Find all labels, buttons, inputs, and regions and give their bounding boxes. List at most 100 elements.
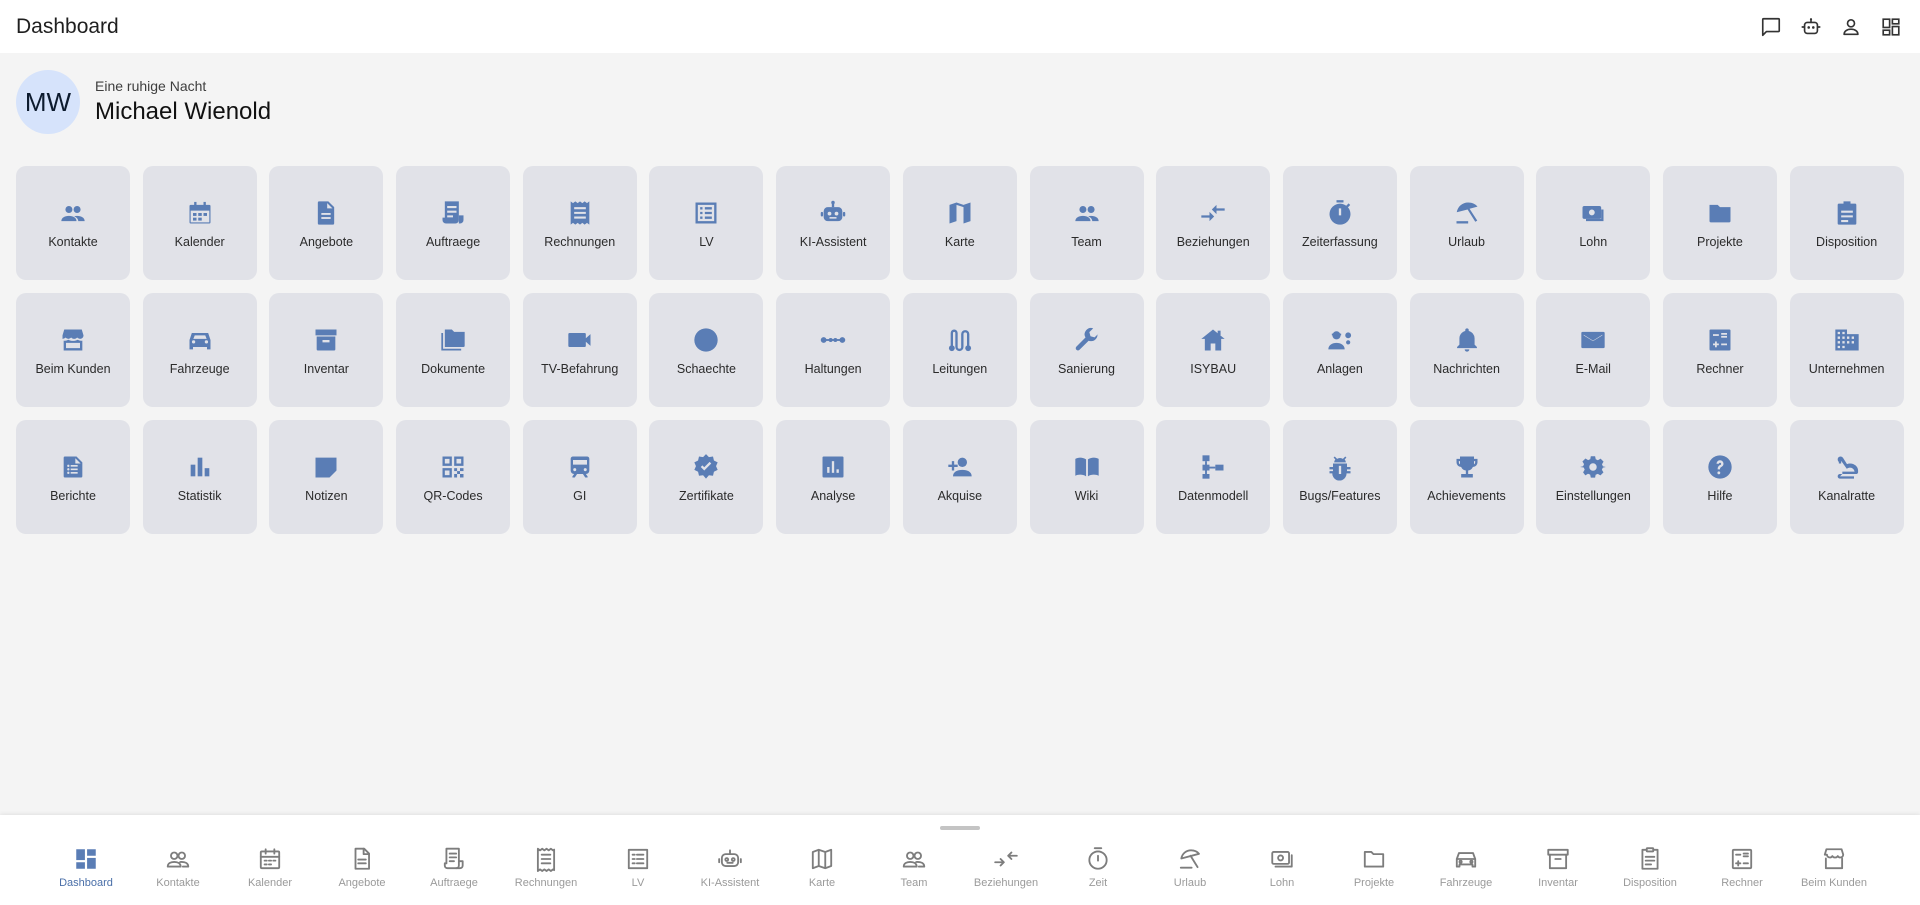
- nav-item-team[interactable]: Team: [868, 845, 960, 889]
- nav-icon: [624, 845, 652, 873]
- nav-item-lohn[interactable]: Lohn: [1236, 845, 1328, 889]
- tile-haltungen[interactable]: Haltungen: [776, 293, 891, 407]
- nav-item-fahrzeuge[interactable]: Fahrzeuge: [1420, 845, 1512, 889]
- profile-button[interactable]: [1838, 14, 1864, 40]
- nav-item-kalender[interactable]: Kalender: [224, 845, 316, 889]
- beach-umbrella-icon: [1456, 202, 1478, 224]
- drag-handle[interactable]: [940, 826, 980, 830]
- dashboard-button[interactable]: [1878, 14, 1904, 40]
- tile-icon: [1577, 197, 1609, 229]
- car-icon: [189, 333, 211, 350]
- tile-lohn[interactable]: Lohn: [1536, 166, 1651, 280]
- nav-label: Lohn: [1269, 877, 1295, 889]
- tile-kalender[interactable]: Kalender: [142, 166, 257, 280]
- nav-item-beziehungen[interactable]: Beziehungen: [960, 845, 1052, 889]
- nav-item-dashboard[interactable]: Dashboard: [40, 845, 132, 889]
- book-icon: [1074, 457, 1099, 477]
- nav-item-angebote[interactable]: Angebote: [316, 845, 408, 889]
- nav-item-kontakte[interactable]: Kontakte: [132, 845, 224, 889]
- tile-notizen[interactable]: Notizen: [269, 420, 384, 534]
- tile-isybau[interactable]: ISYBAU: [1156, 293, 1271, 407]
- tile-leitungen[interactable]: Leitungen: [902, 293, 1017, 407]
- tile-wiki[interactable]: Wiki: [1029, 420, 1144, 534]
- chat-button[interactable]: [1758, 14, 1784, 40]
- top-app-bar: Dashboard: [0, 0, 1920, 53]
- tile-gi[interactable]: GI: [522, 420, 637, 534]
- calendar-icon: [189, 201, 211, 224]
- nav-item-karte[interactable]: Karte: [776, 845, 868, 889]
- tile-icon: [817, 451, 849, 483]
- tile-zertifikate[interactable]: Zertifikate: [649, 420, 764, 534]
- tile-auftraege[interactable]: Auftraege: [396, 166, 511, 280]
- tile-icon: [184, 197, 216, 229]
- nav-icon: [1820, 845, 1848, 873]
- tile-rechner[interactable]: Rechner: [1662, 293, 1777, 407]
- tile-karte[interactable]: Karte: [902, 166, 1017, 280]
- tile-label: Anlagen: [1316, 362, 1363, 376]
- bottom-navigation: Dashboard Kontakte Kalender Angebote Auftrae…: [0, 815, 1920, 905]
- avatar[interactable]: MW: [16, 70, 80, 134]
- tile-tv-befahrung[interactable]: TV-Befahrung: [522, 293, 637, 407]
- nav-item-lv[interactable]: LV: [592, 845, 684, 889]
- tile-dokumente[interactable]: Dokumente: [396, 293, 511, 407]
- nav-item-urlaub[interactable]: Urlaub: [1144, 845, 1236, 889]
- circle-icon: [694, 328, 719, 352]
- nav-item-rechner[interactable]: Rechner: [1696, 845, 1788, 889]
- tile-icon: [310, 451, 342, 483]
- nav-label: LV: [631, 877, 645, 889]
- tile-unternehmen[interactable]: Unternehmen: [1789, 293, 1904, 407]
- compare-arrows-icon: [994, 851, 1018, 867]
- tile-kontakte[interactable]: Kontakte: [16, 166, 130, 280]
- storefront-icon: [1823, 848, 1845, 870]
- tile-einstellungen[interactable]: Einstellungen: [1536, 420, 1651, 534]
- tile-hilfe[interactable]: Hilfe: [1662, 420, 1777, 534]
- nav-item-rechnungen[interactable]: Rechnungen: [500, 845, 592, 889]
- tile-analyse[interactable]: Analyse: [776, 420, 891, 534]
- tile-bugs-features[interactable]: Bugs/Features: [1282, 420, 1397, 534]
- tile-qr-codes[interactable]: QR-Codes: [396, 420, 511, 534]
- tile-e-mail[interactable]: E-Mail: [1536, 293, 1651, 407]
- nav-item-ki-assistent[interactable]: KI-Assistent: [684, 845, 776, 889]
- ki-assistant-button[interactable]: [1798, 14, 1824, 40]
- chat-icon: [1761, 17, 1781, 36]
- tile-beim-kunden[interactable]: Beim Kunden: [16, 293, 130, 407]
- nav-item-auftraege[interactable]: Auftraege: [408, 845, 500, 889]
- tile-schaechte[interactable]: Schaechte: [649, 293, 764, 407]
- folder-icon: [1363, 851, 1385, 868]
- tile-label: Kalender: [174, 235, 225, 249]
- tile-rechnungen[interactable]: Rechnungen: [522, 166, 637, 280]
- tile-akquise[interactable]: Akquise: [902, 420, 1017, 534]
- tile-projekte[interactable]: Projekte: [1662, 166, 1777, 280]
- tile-label: Dokumente: [421, 362, 486, 376]
- tile-datenmodell[interactable]: Datenmodell: [1156, 420, 1271, 534]
- nav-icon: [1728, 845, 1756, 873]
- tile-anlagen[interactable]: Anlagen: [1282, 293, 1397, 407]
- tile-fahrzeuge[interactable]: Fahrzeuge: [142, 293, 257, 407]
- tile-disposition[interactable]: Disposition: [1789, 166, 1904, 280]
- tile-beziehungen[interactable]: Beziehungen: [1156, 166, 1271, 280]
- nav-item-projekte[interactable]: Projekte: [1328, 845, 1420, 889]
- tile-team[interactable]: Team: [1029, 166, 1144, 280]
- nav-item-disposition[interactable]: Disposition: [1604, 845, 1696, 889]
- tile-berichte[interactable]: Berichte: [16, 420, 130, 534]
- tile-statistik[interactable]: Statistik: [142, 420, 257, 534]
- tile-inventar[interactable]: Inventar: [269, 293, 384, 407]
- tile-nachrichten[interactable]: Nachrichten: [1409, 293, 1524, 407]
- nav-label: Fahrzeuge: [1439, 877, 1493, 889]
- tile-urlaub[interactable]: Urlaub: [1409, 166, 1524, 280]
- tile-sanierung[interactable]: Sanierung: [1029, 293, 1144, 407]
- nav-label: Inventar: [1538, 877, 1578, 889]
- tile-zeiterfassung[interactable]: Zeiterfassung: [1282, 166, 1397, 280]
- tile-lv[interactable]: LV: [649, 166, 764, 280]
- nav-item-beim-kunden[interactable]: Beim Kunden: [1788, 845, 1880, 889]
- tile-ki-assistent[interactable]: KI-Assistent: [776, 166, 891, 280]
- nav-label: Projekte: [1353, 877, 1395, 889]
- nav-item-inventar[interactable]: Inventar: [1512, 845, 1604, 889]
- nav-icon: [164, 845, 192, 873]
- tile-icon: [1324, 451, 1356, 483]
- tile-icon: [944, 324, 976, 356]
- tile-angebote[interactable]: Angebote: [269, 166, 384, 280]
- tile-kanalratte[interactable]: Kanalratte: [1789, 420, 1904, 534]
- nav-item-zeit[interactable]: Zeit: [1052, 845, 1144, 889]
- tile-achievements[interactable]: Achievements: [1409, 420, 1524, 534]
